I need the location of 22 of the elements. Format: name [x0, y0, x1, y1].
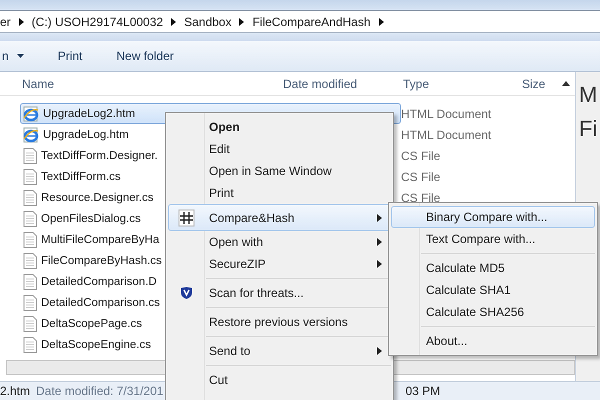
- file-name: TextDiffForm.cs: [41, 170, 121, 182]
- file-name: DeltaScopeEngine.cs: [41, 338, 151, 350]
- file-type: HTML Document: [401, 128, 492, 142]
- file-name: TextDiffForm.Designer.: [41, 150, 158, 162]
- file-name: FileCompareByHash.cs: [41, 254, 162, 266]
- file-type: CS File: [401, 170, 442, 184]
- file-name: OpenFilesDialog.cs: [41, 212, 141, 224]
- file-type: CS File: [401, 190, 442, 204]
- file-name: Resource.Designer.cs: [41, 192, 154, 204]
- status-file-name: 2.htm: [0, 384, 30, 398]
- file-name: MultiFileCompareByHa: [41, 234, 160, 246]
- file-name: DetailedComparison.cs: [41, 296, 160, 308]
- file-name: DetailedComparison.D: [41, 276, 157, 288]
- file-name: UpgradeLog.htm: [43, 128, 129, 140]
- file-name: UpgradeLog2.htm: [43, 108, 136, 120]
- preview-text: M: [579, 81, 598, 109]
- file-type: CS File: [401, 148, 442, 162]
- file-type: HTML Document: [401, 106, 492, 120]
- status-time: 03 PM: [405, 384, 440, 398]
- preview-text: Fi: [579, 115, 598, 143]
- status-date-label: Date modified: 7/31/201: [36, 384, 164, 398]
- file-name: DeltaScopePage.cs: [41, 318, 142, 330]
